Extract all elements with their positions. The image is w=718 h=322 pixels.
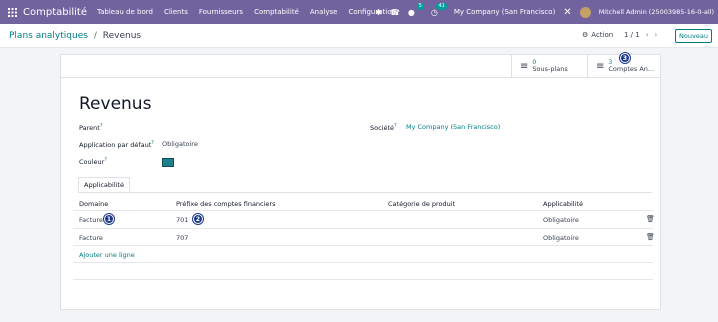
row-divider bbox=[73, 245, 653, 246]
chat-icon[interactable]: ● 5 bbox=[408, 2, 424, 17]
color-label: Couleur? bbox=[79, 157, 107, 167]
subplans-label: Sous-plans bbox=[532, 65, 568, 73]
list-icon: ≡ bbox=[520, 60, 529, 72]
chevron-right-icon[interactable]: › bbox=[655, 31, 658, 39]
breadcrumb: Plans analytiques / Revenus bbox=[9, 31, 141, 41]
parent-field[interactable] bbox=[162, 123, 312, 131]
cell-domain[interactable]: Facture bbox=[79, 234, 103, 242]
default-application-field[interactable]: Obligatoire bbox=[162, 140, 198, 148]
tools-icon[interactable]: ✕ bbox=[563, 7, 571, 18]
app-brand[interactable]: Comptabilité bbox=[23, 7, 87, 18]
column-header-account-prefix[interactable]: Préfixe des comptes financiers bbox=[176, 200, 275, 208]
record-title[interactable]: Revenus bbox=[79, 94, 151, 114]
cell-prefix[interactable]: 701 bbox=[176, 216, 188, 224]
cell-applicability[interactable]: Obligatoire bbox=[543, 216, 579, 224]
avatar[interactable] bbox=[579, 6, 591, 18]
tab-applicability[interactable]: Applicabilité bbox=[78, 177, 130, 193]
menu-vendors[interactable]: Fournisseurs bbox=[199, 8, 243, 16]
callout-marker: 3 bbox=[620, 53, 630, 63]
new-button[interactable]: Nouveau bbox=[675, 29, 712, 43]
bug-icon[interactable]: ✱ bbox=[375, 8, 382, 17]
phone-icon[interactable]: ☎ bbox=[390, 8, 400, 17]
menu-customers[interactable]: Clients bbox=[164, 8, 188, 16]
activities-badge: 41 bbox=[436, 2, 447, 10]
action-label: Action bbox=[591, 31, 614, 39]
row-divider bbox=[73, 279, 653, 280]
row-divider bbox=[73, 228, 653, 229]
control-panel: Plans analytiques / Revenus ⚙ Action 1 /… bbox=[0, 24, 718, 48]
pager-value[interactable]: 1 / 1 bbox=[624, 31, 640, 39]
gear-icon: ⚙ bbox=[582, 31, 589, 39]
company-switcher[interactable]: My Company (San Francisco) bbox=[454, 8, 555, 16]
callout-marker: 1 bbox=[104, 214, 114, 224]
list-icon: ≡ bbox=[596, 60, 605, 72]
breadcrumb-current: Revenus bbox=[102, 30, 142, 41]
row-divider bbox=[73, 262, 653, 263]
header-divider bbox=[73, 210, 653, 211]
chevron-left-icon[interactable]: ‹ bbox=[646, 31, 649, 39]
messages-badge: 5 bbox=[416, 2, 424, 10]
trash-icon[interactable]: 🗑 bbox=[646, 215, 655, 223]
form-sheet: ≡ 0 Sous-plans ≡ 3 Comptes An... Revenus… bbox=[60, 54, 661, 310]
cell-prefix[interactable]: 707 bbox=[176, 234, 188, 242]
subplans-smart-button[interactable]: ≡ 0 Sous-plans bbox=[511, 55, 571, 77]
top-navbar: Comptabilité Tableau de bord Clients Fou… bbox=[0, 0, 718, 24]
menu-dashboard[interactable]: Tableau de bord bbox=[97, 8, 153, 16]
pager: 1 / 1 ‹ › bbox=[624, 31, 657, 39]
color-swatch[interactable] bbox=[162, 158, 174, 167]
parent-label: Parent? bbox=[79, 123, 103, 133]
action-button[interactable]: ⚙ Action bbox=[582, 31, 613, 39]
breadcrumb-separator: / bbox=[93, 30, 97, 41]
menu-accounting[interactable]: Comptabilité bbox=[254, 8, 299, 16]
company-field[interactable]: My Company (San Francisco) bbox=[406, 123, 500, 131]
breadcrumb-parent[interactable]: Plans analytiques bbox=[9, 31, 88, 41]
company-label: Société? bbox=[370, 123, 397, 133]
clock-icon[interactable]: ◷ 41 bbox=[431, 2, 447, 17]
app-menu-grid-icon[interactable] bbox=[5, 0, 19, 24]
column-header-domain[interactable]: Domaine bbox=[79, 200, 108, 208]
cell-applicability[interactable]: Obligatoire bbox=[543, 234, 579, 242]
smart-button-box: ≡ 0 Sous-plans ≡ 3 Comptes An... bbox=[61, 55, 660, 78]
default-application-label: Application par défaut? bbox=[79, 140, 154, 150]
add-line-link[interactable]: Ajouter une ligne bbox=[79, 251, 135, 259]
column-header-applicability[interactable]: Applicabilité bbox=[543, 200, 583, 208]
menu-reporting[interactable]: Analyse bbox=[310, 8, 338, 16]
column-header-product-category[interactable]: Catégorie de produit bbox=[388, 200, 455, 208]
trash-icon[interactable]: 🗑 bbox=[646, 233, 655, 241]
callout-marker: 2 bbox=[193, 214, 203, 224]
tab-divider bbox=[78, 192, 652, 193]
cell-domain[interactable]: Facture bbox=[79, 216, 103, 224]
analytic-accounts-label: Comptes An... bbox=[608, 65, 655, 73]
user-menu[interactable]: Mitchell Admin (25003985-16-0-all) bbox=[599, 8, 714, 16]
